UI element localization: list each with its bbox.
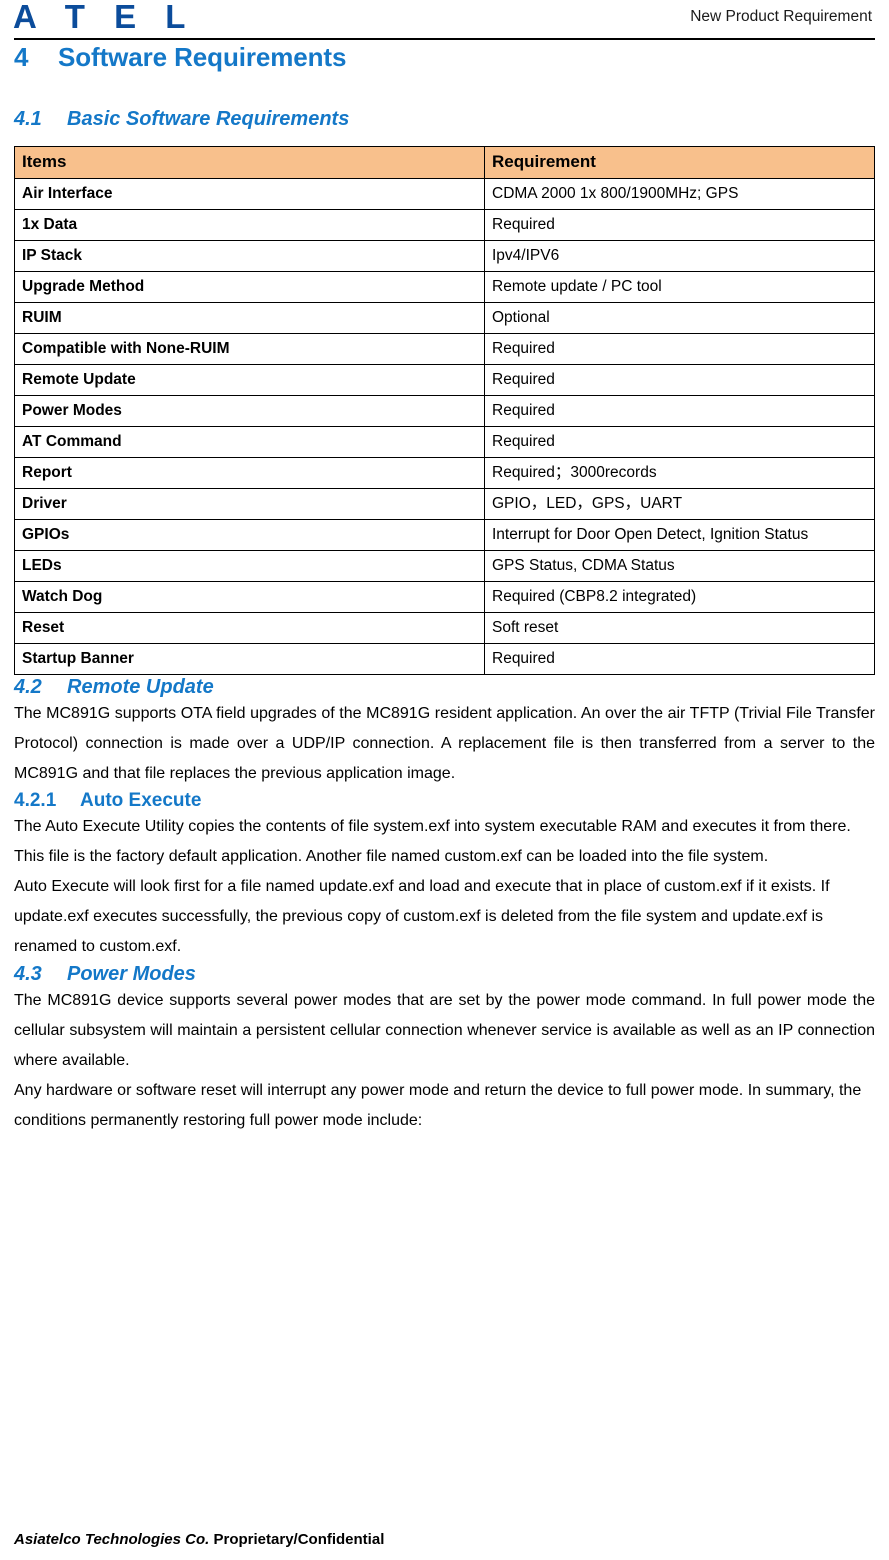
cell-requirement: Interrupt for Door Open Detect, Ignition…	[484, 519, 875, 551]
document-footer: Asiatelco Technologies Co. Proprietary/C…	[14, 1530, 384, 1550]
table-row: GPIOs Interrupt for Door Open Detect, Ig…	[14, 519, 875, 551]
document-page: A T E L New Product Requirement 4 Softwar…	[0, 0, 889, 1560]
document-header: A T E L New Product Requirement	[0, 0, 889, 42]
cell-item: IP Stack	[14, 240, 485, 272]
footer-confidentiality: Proprietary/Confidential	[213, 1531, 385, 1548]
table-header-row: Items Requirement	[14, 146, 875, 179]
cell-item: Compatible with None-RUIM	[14, 333, 485, 365]
cell-item: Report	[14, 457, 485, 489]
document-content: 4 Software Requirements 4.1 Basic Software…	[14, 42, 875, 1136]
page-title: 4 Software Requirements	[14, 42, 875, 72]
table-row: Remote Update Required	[14, 364, 875, 396]
heading-4-2-number: 4.2	[14, 676, 42, 698]
cell-item: Air Interface	[14, 178, 485, 210]
table-row: RUIM Optional	[14, 302, 875, 334]
paragraph-power-modes-1: The MC891G device supports several power…	[14, 992, 875, 1069]
atel-logo: A T E L	[13, 0, 196, 35]
table-row: Watch Dog Required (CBP8.2 integrated)	[14, 581, 875, 613]
heading-4-3: 4.3 Power Modes	[14, 962, 875, 986]
cell-item: GPIOs	[14, 519, 485, 551]
heading-4-3-number: 4.3	[14, 963, 42, 985]
cell-item: 1x Data	[14, 209, 485, 241]
cell-requirement: Soft reset	[484, 612, 875, 644]
cell-requirement: Required	[484, 426, 875, 458]
cell-requirement: Required	[484, 209, 875, 241]
cell-requirement: Required	[484, 643, 875, 675]
cell-item: RUIM	[14, 302, 485, 334]
table-row: Driver GPIO，LED，GPS，UART	[14, 488, 875, 520]
cell-requirement: CDMA 2000 1x 800/1900MHz; GPS	[484, 178, 875, 210]
header-divider	[14, 38, 875, 40]
cell-item: Power Modes	[14, 395, 485, 427]
section-number: 4	[14, 42, 29, 72]
heading-4-1-number: 4.1	[14, 108, 42, 130]
paragraph-auto-execute-2: Auto Execute will look first for a file …	[14, 878, 830, 955]
heading-4-2-1-number: 4.2.1	[14, 790, 57, 811]
table-row: LEDs GPS Status, CDMA Status	[14, 550, 875, 582]
table-row: Air Interface CDMA 2000 1x 800/1900MHz; …	[14, 178, 875, 210]
cell-requirement: Remote update / PC tool	[484, 271, 875, 303]
heading-4-1-title: Basic Software Requirements	[67, 108, 350, 130]
column-header-items: Items	[14, 146, 485, 179]
heading-4-2: 4.2 Remote Update	[14, 675, 875, 699]
basic-software-requirements-table: Items Requirement Air Interface CDMA 200…	[14, 146, 875, 675]
table-body: Air Interface CDMA 2000 1x 800/1900MHz; …	[14, 178, 875, 675]
cell-requirement: Optional	[484, 302, 875, 334]
paragraph-remote-update: The MC891G supports OTA field upgrades o…	[14, 705, 875, 782]
cell-requirement: Required	[484, 395, 875, 427]
cell-requirement: Required	[484, 333, 875, 365]
table-row: Power Modes Required	[14, 395, 875, 427]
cell-requirement: Ipv4/IPV6	[484, 240, 875, 272]
cell-item: AT Command	[14, 426, 485, 458]
paragraph-auto-execute-1: The Auto Execute Utility copies the cont…	[14, 818, 851, 865]
heading-4-2-1-title: Auto Execute	[80, 790, 202, 811]
cell-item: Upgrade Method	[14, 271, 485, 303]
table-row: Report Required；3000records	[14, 457, 875, 489]
cell-item: Startup Banner	[14, 643, 485, 675]
cell-requirement: GPIO，LED，GPS，UART	[484, 488, 875, 520]
table-row: Startup Banner Required	[14, 643, 875, 675]
table-row: Compatible with None-RUIM Required	[14, 333, 875, 365]
heading-4-2-1: 4.2.1 Auto Execute	[14, 789, 875, 812]
table-row: AT Command Required	[14, 426, 875, 458]
footer-company-name: Asiatelco Technologies Co.	[14, 1531, 210, 1548]
column-header-requirement: Requirement	[484, 146, 875, 179]
cell-item: Reset	[14, 612, 485, 644]
heading-4-2-title: Remote Update	[67, 676, 214, 698]
heading-4-1: 4.1 Basic Software Requirements	[14, 107, 875, 131]
table-row: 1x Data Required	[14, 209, 875, 241]
cell-item: Driver	[14, 488, 485, 520]
cell-item: LEDs	[14, 550, 485, 582]
paragraph-power-modes-2: Any hardware or software reset will inte…	[14, 1082, 862, 1129]
cell-requirement: Required (CBP8.2 integrated)	[484, 581, 875, 613]
table-row: Upgrade Method Remote update / PC tool	[14, 271, 875, 303]
section-title: Software Requirements	[58, 42, 347, 72]
table-row: Reset Soft reset	[14, 612, 875, 644]
cell-requirement: GPS Status, CDMA Status	[484, 550, 875, 582]
cell-requirement: Required；3000records	[484, 457, 875, 489]
header-document-title: New Product Requirement	[690, 8, 872, 25]
cell-item: Watch Dog	[14, 581, 485, 613]
cell-requirement: Required	[484, 364, 875, 396]
table-row: IP Stack Ipv4/IPV6	[14, 240, 875, 272]
cell-item: Remote Update	[14, 364, 485, 396]
heading-4-3-title: Power Modes	[67, 963, 196, 985]
